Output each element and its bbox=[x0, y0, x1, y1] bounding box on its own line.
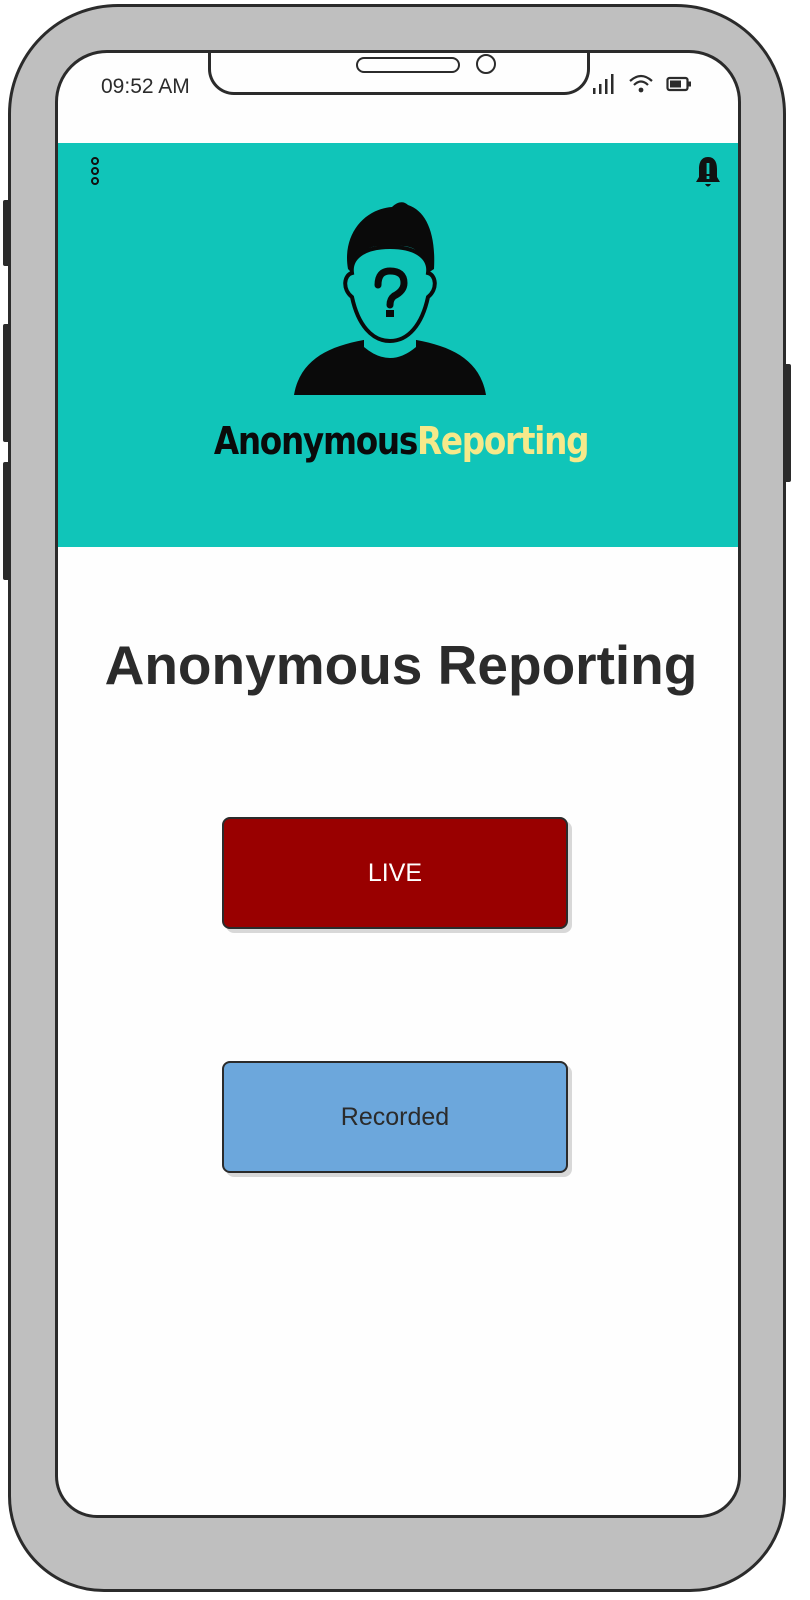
battery-icon bbox=[666, 76, 691, 92]
status-time: 09:52 AM bbox=[101, 75, 190, 98]
notch bbox=[208, 53, 590, 95]
speaker-grille bbox=[356, 57, 460, 73]
phone-side-button bbox=[3, 324, 10, 442]
logo-wordmark: AnonymousReporting bbox=[106, 419, 696, 463]
bell-alert-icon[interactable] bbox=[694, 155, 722, 189]
phone-side-button bbox=[784, 364, 791, 482]
status-icons bbox=[592, 73, 692, 95]
logo-text-reporting: Reporting bbox=[417, 419, 589, 463]
wifi-icon bbox=[629, 74, 653, 93]
phone-side-button bbox=[3, 200, 10, 266]
phone-side-button bbox=[3, 462, 10, 580]
logo-text-anonymous: Anonymous bbox=[213, 419, 418, 463]
page-title: Anonymous Reporting bbox=[104, 634, 698, 696]
header-banner: AnonymousReporting bbox=[58, 143, 738, 547]
live-button[interactable]: LIVE bbox=[222, 817, 568, 929]
signal-icon bbox=[593, 74, 614, 94]
recorded-button[interactable]: Recorded bbox=[222, 1061, 568, 1173]
more-vertical-icon[interactable] bbox=[88, 157, 102, 187]
front-camera bbox=[476, 54, 496, 74]
anonymous-person-icon bbox=[294, 202, 486, 395]
phone-screen: 09:52 AM AnonymousReporting Anonymous Re… bbox=[55, 50, 741, 1518]
